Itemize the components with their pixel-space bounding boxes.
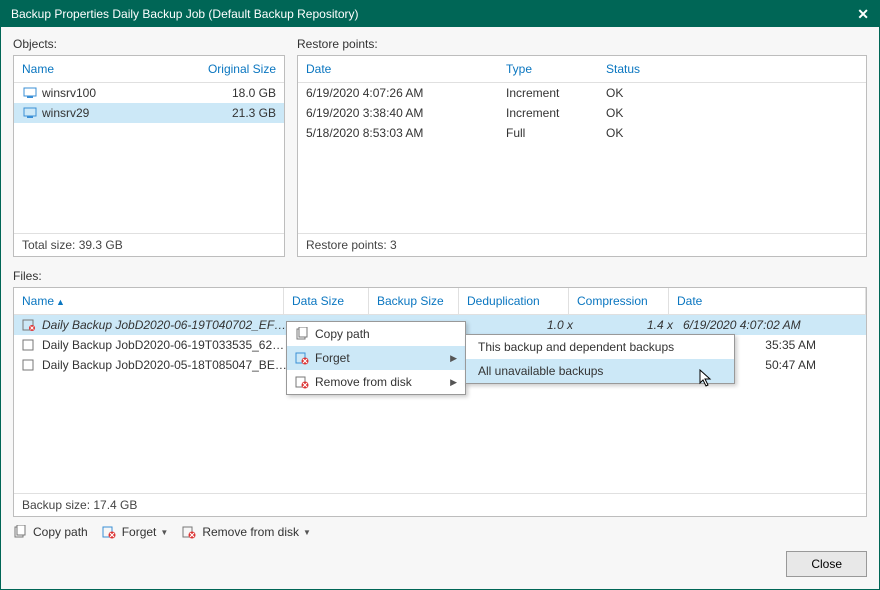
object-size: 18.0 GB	[184, 86, 276, 100]
chevron-down-icon: ▼	[303, 528, 311, 537]
files-col-compression[interactable]: Compression	[569, 288, 669, 314]
objects-col-name[interactable]: Name	[14, 56, 184, 82]
restore-panel: Date Type Status 6/19/2020 4:07:26 AM In…	[297, 55, 867, 257]
restore-col-date[interactable]: Date	[298, 56, 498, 82]
files-col-dedup[interactable]: Deduplication	[459, 288, 569, 314]
chevron-right-icon: ▶	[450, 377, 457, 388]
restore-row[interactable]: 6/19/2020 4:07:26 AM Increment OK	[298, 83, 866, 103]
backup-file-icon	[22, 358, 38, 372]
context-menu: Copy path Forget ▶ Remove from disk ▶	[286, 321, 466, 395]
restore-row[interactable]: 6/19/2020 3:38:40 AM Increment OK	[298, 103, 866, 123]
objects-body: winsrv100 18.0 GB winsrv29 21.3 GB	[14, 83, 284, 233]
forget-button[interactable]: Forget ▼	[102, 525, 169, 539]
files-col-name[interactable]: Name▲	[14, 288, 284, 314]
files-label: Files:	[13, 269, 867, 283]
remove-disk-icon	[182, 525, 200, 539]
files-col-backupsize[interactable]: Backup Size	[369, 288, 459, 314]
restore-col-status[interactable]: Status	[598, 56, 698, 82]
files-col-date[interactable]: Date	[669, 288, 866, 314]
restore-label: Restore points:	[297, 37, 867, 51]
context-submenu: This backup and dependent backups All un…	[465, 334, 735, 384]
restore-col-type[interactable]: Type	[498, 56, 598, 82]
object-name: winsrv100	[42, 86, 184, 100]
backup-file-error-icon	[22, 318, 38, 332]
window-title: Backup Properties Daily Backup Job (Defa…	[11, 7, 359, 21]
objects-panel: Name Original Size winsrv100 18.0 GB win…	[13, 55, 285, 257]
remove-disk-icon	[295, 375, 315, 389]
copy-icon	[295, 327, 315, 341]
objects-label: Objects:	[13, 37, 285, 51]
backup-file-icon	[22, 338, 38, 352]
forget-icon	[295, 351, 315, 365]
titlebar: Backup Properties Daily Backup Job (Defa…	[1, 1, 879, 27]
files-panel: Name▲ Data Size Backup Size Deduplicatio…	[13, 287, 867, 517]
object-size: 21.3 GB	[184, 106, 276, 120]
sort-asc-icon: ▲	[56, 297, 65, 307]
restore-section: Restore points: Date Type Status 6/19/20…	[297, 37, 867, 257]
files-col-datasize[interactable]: Data Size	[284, 288, 369, 314]
copy-path-button[interactable]: Copy path	[13, 525, 88, 539]
restore-row[interactable]: 5/18/2020 8:53:03 AM Full OK	[298, 123, 866, 143]
chevron-right-icon: ▶	[450, 353, 457, 364]
forget-icon	[102, 525, 120, 539]
objects-row[interactable]: winsrv100 18.0 GB	[14, 83, 284, 103]
content-area: Objects: Name Original Size winsrv100 18…	[1, 27, 879, 589]
bottom-toolbar: Copy path Forget ▼ Remove from disk ▼	[13, 517, 867, 547]
menu-forget[interactable]: Forget ▶	[287, 346, 465, 370]
submenu-this-and-dependent[interactable]: This backup and dependent backups	[466, 335, 734, 359]
files-header: Name▲ Data Size Backup Size Deduplicatio…	[14, 288, 866, 315]
menu-remove-from-disk[interactable]: Remove from disk ▶	[287, 370, 465, 394]
copy-icon	[13, 525, 31, 539]
files-section: Files: Name▲ Data Size Backup Size Dedup…	[13, 269, 867, 517]
vm-icon	[22, 106, 38, 120]
restore-footer: Restore points: 3	[298, 233, 866, 256]
submenu-all-unavailable[interactable]: All unavailable backups	[466, 359, 734, 383]
files-footer: Backup size: 17.4 GB	[14, 493, 866, 516]
remove-from-disk-button[interactable]: Remove from disk ▼	[182, 525, 311, 539]
backup-properties-window: Backup Properties Daily Backup Job (Defa…	[0, 0, 880, 590]
restore-header: Date Type Status	[298, 56, 866, 83]
objects-col-size[interactable]: Original Size	[184, 56, 284, 82]
cursor-icon	[699, 369, 713, 390]
close-icon[interactable]: ✕	[857, 6, 869, 23]
objects-footer: Total size: 39.3 GB	[14, 233, 284, 256]
menu-copy-path[interactable]: Copy path	[287, 322, 465, 346]
object-name: winsrv29	[42, 106, 184, 120]
dialog-buttons: Close	[13, 547, 867, 577]
objects-section: Objects: Name Original Size winsrv100 18…	[13, 37, 285, 257]
restore-body: 6/19/2020 4:07:26 AM Increment OK 6/19/2…	[298, 83, 866, 233]
vm-icon	[22, 86, 38, 100]
chevron-down-icon: ▼	[160, 528, 168, 537]
close-button[interactable]: Close	[786, 551, 867, 577]
objects-row[interactable]: winsrv29 21.3 GB	[14, 103, 284, 123]
objects-header: Name Original Size	[14, 56, 284, 83]
files-body: Daily Backup JobD2020-06-19T040702_EF1..…	[14, 315, 866, 493]
